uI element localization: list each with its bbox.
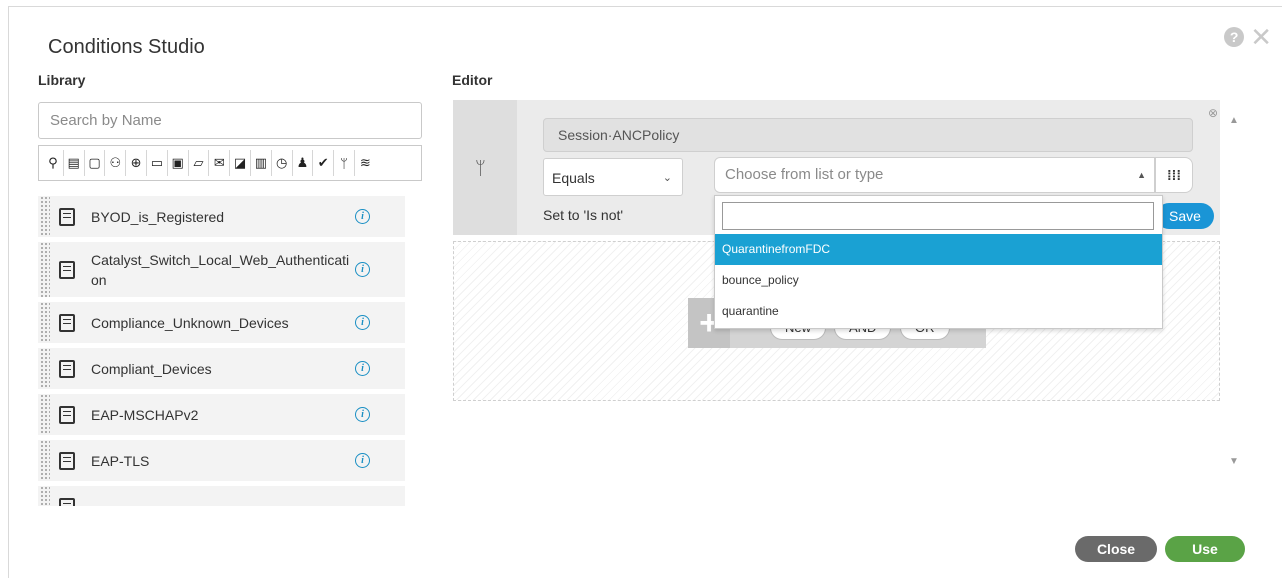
library-item[interactable]: EAP-MSCHAPv2 i — [38, 394, 405, 435]
dropdown-search-input[interactable] — [722, 202, 1154, 230]
library-item[interactable]: Compliance_Unknown_Devices i — [38, 302, 405, 343]
device-icon — [59, 451, 75, 470]
library-list: BYOD_is_Registered i Catalyst_Switch_Loc… — [38, 196, 405, 506]
grid-icon[interactable]: ⁞⁞⁞ — [1155, 157, 1193, 193]
dropdown-option[interactable]: bounce_policy — [715, 265, 1162, 296]
clock-icon[interactable]: ◷ — [272, 150, 293, 176]
device-report-icon[interactable]: ▤ — [64, 150, 85, 176]
caret-up-icon: ▲ — [1137, 170, 1146, 180]
library-item-name: Catalyst_Switch_Local_Web_Authentication — [91, 251, 350, 288]
drag-handle-icon[interactable] — [40, 348, 50, 389]
info-icon[interactable]: i — [355, 315, 370, 330]
device-icon — [59, 359, 75, 378]
location-icon[interactable]: ⚲ — [43, 150, 64, 176]
dialog-title: Conditions Studio — [48, 36, 205, 58]
globe-icon[interactable]: ⊕ — [126, 150, 147, 176]
close-button[interactable]: Close — [1075, 536, 1157, 562]
close-icon[interactable]: ✕ — [1250, 24, 1272, 50]
library-item[interactable]: BYOD_is_Registered i — [38, 196, 405, 237]
group-icon[interactable]: ⚇ — [105, 150, 127, 176]
library-search-input[interactable] — [38, 102, 422, 139]
info-icon[interactable]: i — [355, 209, 370, 224]
value-placeholder: Choose from list or type — [725, 166, 884, 183]
library-label: Library — [38, 72, 86, 88]
scroll-up-icon[interactable]: ▲ — [1229, 115, 1239, 126]
info-icon[interactable]: i — [355, 361, 370, 376]
library-item[interactable]: Compliant_Devices i — [38, 348, 405, 389]
chevron-down-icon: ⌄ — [662, 172, 672, 184]
library-filter-bar: ⚲ ▤ ▢ ⚇ ⊕ ▭ ▣ ▱ ✉ ◪ ▥ ◷ ♟ ✔ ᛘ ≋ — [38, 145, 422, 181]
library-item-name: Compliant_Devices — [91, 360, 212, 377]
file-edit-icon[interactable]: ◪ — [230, 150, 251, 176]
drag-handle-icon[interactable] — [40, 440, 50, 481]
editor-label: Editor — [452, 72, 493, 88]
drag-handle-icon[interactable] — [40, 242, 50, 297]
document-icon[interactable]: ▥ — [251, 150, 272, 176]
save-button[interactable]: Save — [1156, 203, 1214, 229]
drag-handle-icon[interactable] — [40, 302, 50, 343]
library-item[interactable] — [38, 486, 405, 506]
header-icons: ? ✕ — [1224, 24, 1272, 50]
help-icon[interactable]: ? — [1224, 27, 1245, 47]
library-item-name: BYOD_is_Registered — [91, 208, 225, 225]
set-to-is-not-link[interactable]: Set to 'Is not' — [543, 207, 623, 223]
device-icon — [59, 260, 75, 279]
value-combobox[interactable]: Choose from list or type ▲ — [714, 157, 1155, 193]
operator-value: Equals — [552, 170, 595, 186]
dropdown-option[interactable]: QuarantinefromFDC — [715, 234, 1162, 265]
drag-handle-icon[interactable] — [40, 394, 50, 435]
condition-type-column: ᛘ — [453, 100, 517, 235]
library-item-name: EAP-TLS — [91, 452, 150, 469]
user-icon[interactable]: ♟ — [293, 150, 314, 176]
use-button[interactable]: Use — [1165, 536, 1245, 562]
chat-icon[interactable]: ▱ — [189, 150, 210, 176]
info-icon[interactable]: i — [355, 453, 370, 468]
device-icon — [59, 313, 75, 332]
remove-condition-icon[interactable]: ⊗ — [1208, 106, 1218, 120]
operator-select[interactable]: Equals ⌄ — [543, 158, 683, 196]
check-circle-icon[interactable]: ✔ — [313, 150, 335, 176]
device-icon — [59, 497, 75, 506]
device-icon — [59, 207, 75, 226]
desktop-icon[interactable]: ▭ — [147, 150, 168, 176]
drag-handle-icon[interactable] — [40, 486, 50, 506]
tree-icon[interactable]: ᛘ — [334, 150, 355, 176]
info-icon[interactable]: i — [355, 407, 370, 422]
scroll-down-icon[interactable]: ▼ — [1229, 456, 1239, 467]
library-item[interactable]: EAP-TLS i — [38, 440, 405, 481]
info-icon[interactable]: i — [355, 262, 370, 277]
device-icon — [59, 405, 75, 424]
dropdown-option[interactable]: quarantine — [715, 296, 1162, 327]
attribute-field[interactable]: Session·ANCPolicy — [543, 118, 1193, 152]
value-dropdown: QuarantinefromFDC bounce_policy quaranti… — [714, 195, 1163, 329]
mail-icon[interactable]: ✉ — [209, 150, 231, 176]
wifi-icon[interactable]: ≋ — [355, 150, 376, 176]
library-item-name: Compliance_Unknown_Devices — [91, 314, 289, 331]
tree-icon: ᛘ — [475, 158, 486, 178]
square-icon[interactable]: ▢ — [85, 150, 106, 176]
library-item-name: EAP-MSCHAPv2 — [91, 406, 199, 423]
monitor-icon[interactable]: ▣ — [168, 150, 189, 176]
drag-handle-icon[interactable] — [40, 196, 50, 237]
library-item[interactable]: Catalyst_Switch_Local_Web_Authentication… — [38, 242, 405, 297]
